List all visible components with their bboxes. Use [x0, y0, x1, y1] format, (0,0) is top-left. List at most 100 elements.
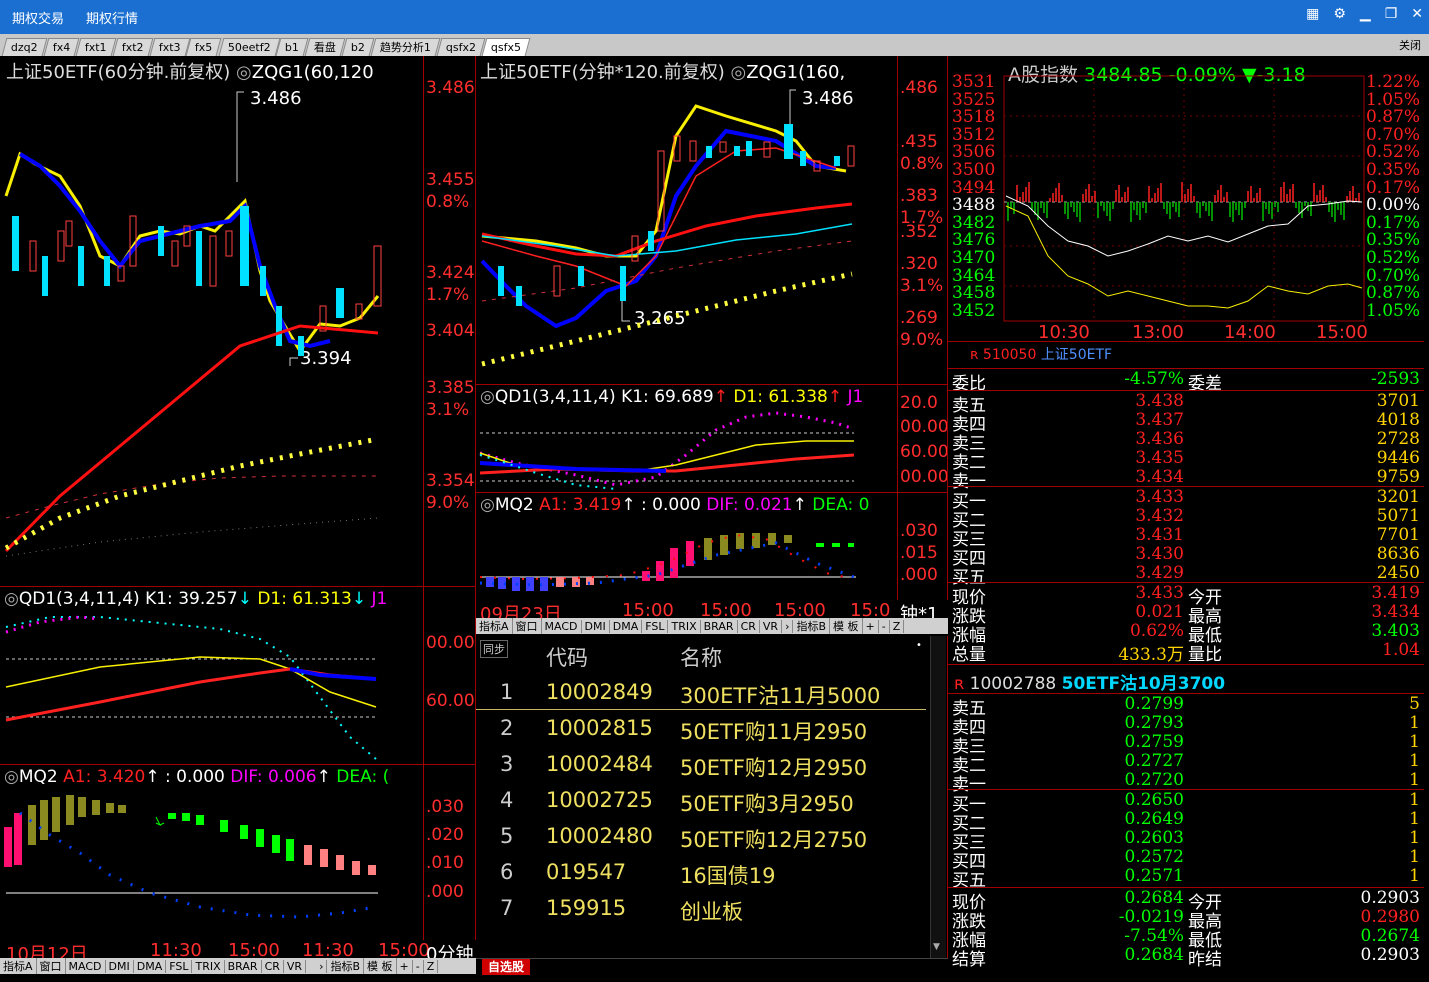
tab-vr[interactable]: VR: [284, 959, 307, 973]
bid-row[interactable]: 买二 3.432 5071: [948, 506, 1424, 531]
col-name-header[interactable]: 名称: [680, 642, 722, 672]
tab-fx5[interactable]: fx5: [185, 38, 223, 56]
level-volume: 1: [1409, 751, 1420, 771]
watchlist-row[interactable]: 4 10002725 50ETF购3月2950: [476, 784, 926, 818]
tab-fsl[interactable]: FSL: [166, 959, 193, 973]
zoom-in-button[interactable]: +: [397, 959, 413, 973]
gear-icon[interactable]: ⚙: [1333, 6, 1346, 22]
tab-macd[interactable]: MACD: [542, 619, 582, 633]
row-code: 159915: [546, 896, 627, 920]
watchlist-row[interactable]: 3 10002484 50ETF购12月2950: [476, 748, 926, 782]
tab-brar[interactable]: BRAR: [225, 959, 262, 973]
ask-row[interactable]: 卖五 3.438 3701: [948, 391, 1424, 416]
bid-row[interactable]: 买一 3.433 3201: [948, 487, 1424, 512]
z-button[interactable]: Z: [890, 619, 905, 633]
ask-row[interactable]: 卖一 0.2720 1: [948, 770, 1424, 795]
bid-row[interactable]: 买三 0.2603 1: [948, 828, 1424, 853]
tab-b2[interactable]: b2: [341, 38, 375, 56]
watchlist-row[interactable]: 6 019547 16国债19: [476, 856, 926, 890]
tab-window[interactable]: 窗口: [513, 618, 542, 634]
tab-b1[interactable]: b1: [275, 38, 309, 56]
tab-window[interactable]: 窗口: [37, 958, 66, 974]
watchlist-row[interactable]: 7 159915 创业板: [476, 892, 926, 926]
tab-cr[interactable]: CR: [262, 959, 284, 973]
watchlist-row[interactable]: 2 10002815 50ETF购11月2950: [476, 712, 926, 746]
watchlist-scrollbar[interactable]: ▼: [930, 636, 946, 958]
level-volume: 1: [1409, 828, 1420, 848]
bid-row[interactable]: 买一 0.2650 1: [948, 790, 1424, 815]
tab-trix[interactable]: TRIX: [668, 619, 701, 633]
ask-row[interactable]: 卖五 0.2799 5: [948, 694, 1424, 719]
mid-qd1-axis-1: 00.00: [900, 417, 948, 437]
tab-trend-analysis[interactable]: 趋势分析1: [370, 38, 441, 56]
tab-fsl[interactable]: FSL: [642, 619, 669, 633]
tab-indicator-a[interactable]: 指标A: [476, 618, 513, 634]
tab-fxt2[interactable]: fxt2: [112, 38, 153, 56]
tab-brar[interactable]: BRAR: [701, 619, 738, 633]
zoom-out-button[interactable]: -: [879, 619, 890, 633]
tab-dmi[interactable]: DMI: [582, 619, 610, 633]
tab-macd[interactable]: MACD: [66, 959, 106, 973]
tab-dma[interactable]: DMA: [610, 619, 643, 633]
bid-row[interactable]: 买五 3.429 2450: [948, 563, 1424, 588]
mid-mq2-panel: ◎MQ2 A1: 3.419↑ : 0.000 DIF: 0.021↑ DEA:…: [476, 492, 948, 600]
close-icon[interactable]: ✕: [1411, 6, 1423, 22]
ask-row[interactable]: 卖三 3.436 2728: [948, 429, 1424, 454]
zoom-out-button[interactable]: -: [413, 959, 424, 973]
ask-row[interactable]: 卖四 3.437 4018: [948, 410, 1424, 435]
restore-icon[interactable]: ❐: [1385, 6, 1398, 22]
tab-fxt1[interactable]: fxt1: [75, 38, 117, 56]
menu-option-quotes[interactable]: 期权行情: [86, 8, 138, 27]
stat-value: -0.0219: [1118, 907, 1184, 927]
row-index: 3: [500, 752, 514, 776]
scroll-down-icon[interactable]: ▼: [933, 942, 940, 952]
tab-scroll-right-icon[interactable]: ›: [316, 959, 328, 973]
stat-value-2: 1.04: [1382, 640, 1420, 660]
sync-button[interactable]: 同步: [480, 640, 508, 658]
ask-row[interactable]: 卖三 0.2759 1: [948, 732, 1424, 757]
tab-dma[interactable]: DMA: [134, 959, 167, 973]
mid-qd1-chart: [479, 411, 855, 490]
tab-cr[interactable]: CR: [738, 619, 760, 633]
level-price: 0.2793: [1124, 713, 1184, 733]
zoom-in-button[interactable]: +: [863, 619, 879, 633]
stat-value-2: 0.2980: [1360, 907, 1420, 927]
grid-icon[interactable]: ▦: [1306, 6, 1319, 22]
menu-option-trade[interactable]: 期权交易: [12, 8, 64, 27]
level-volume: 4018: [1376, 410, 1420, 430]
tab-template[interactable]: 模 板: [364, 958, 397, 974]
tab-fxt3[interactable]: fxt3: [149, 38, 190, 56]
ask-row[interactable]: 卖二 3.435 9446: [948, 448, 1424, 473]
bid-row[interactable]: 买二 0.2649 1: [948, 809, 1424, 834]
tab-indicator-b[interactable]: 指标B: [793, 618, 831, 634]
watchlist-row[interactable]: 5 10002480 50ETF购12月2750: [476, 820, 926, 854]
minimize-icon[interactable]: ▁: [1360, 6, 1371, 22]
tab-fx4[interactable]: fx4: [43, 38, 80, 56]
bid-row[interactable]: 买五 0.2571 1: [948, 866, 1424, 891]
z-button[interactable]: Z: [424, 959, 439, 973]
bid-row[interactable]: 买四 0.2572 1: [948, 847, 1424, 872]
tabs-close-button[interactable]: 关闭: [1399, 37, 1421, 53]
tab-kanpan[interactable]: 看盘: [304, 38, 346, 56]
tab-dmi[interactable]: DMI: [106, 959, 134, 973]
tab-scroll-right-icon[interactable]: ›: [782, 619, 794, 633]
tab-dzq2[interactable]: dzq2: [1, 38, 48, 56]
tab-favorites[interactable]: 自选股: [482, 959, 531, 975]
tab-trix[interactable]: TRIX: [192, 959, 225, 973]
watchlist-row[interactable]: 1 10002849 300ETF沽11月5000: [476, 676, 926, 710]
tab-template[interactable]: 模 板: [830, 618, 863, 634]
tab-50eetf2[interactable]: 50eetf2: [218, 38, 280, 56]
ask-row[interactable]: 卖二 0.2727 1: [948, 751, 1424, 776]
tab-indicator-b[interactable]: 指标B: [327, 958, 365, 974]
tab-vr[interactable]: VR: [760, 619, 783, 633]
col-code-header[interactable]: 代码: [546, 642, 588, 672]
bid-row[interactable]: 买四 3.430 8636: [948, 544, 1424, 569]
tab-qsfx5[interactable]: qsfx5: [482, 38, 531, 56]
row-name: 50ETF购3月2950: [680, 792, 854, 816]
tab-qsfx2[interactable]: qsfx2: [436, 38, 486, 56]
ask-row[interactable]: 卖四 0.2793 1: [948, 713, 1424, 738]
ask-row[interactable]: 卖一 3.434 9759: [948, 467, 1424, 492]
tab-indicator-a[interactable]: 指标A: [0, 958, 37, 974]
bid-row[interactable]: 买三 3.431 7701: [948, 525, 1424, 550]
weibi-value: -4.57%: [1124, 369, 1184, 389]
